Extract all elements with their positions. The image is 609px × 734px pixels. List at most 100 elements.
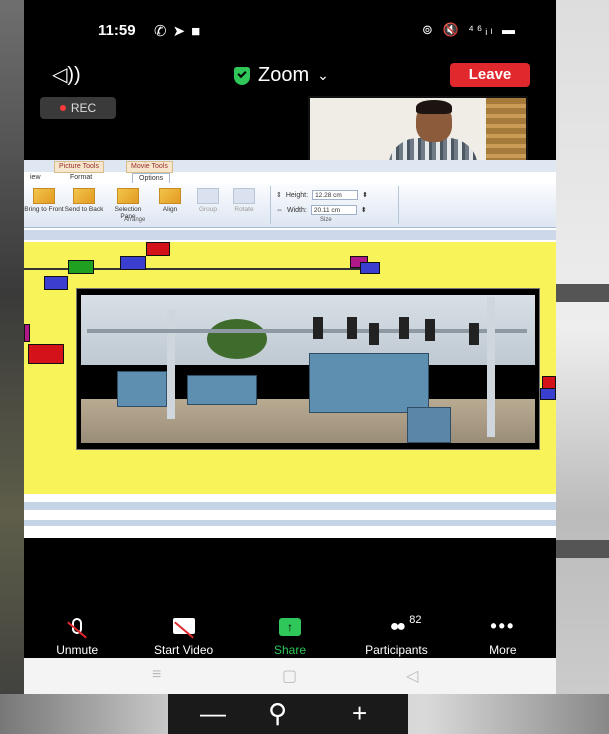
video-insulator <box>399 317 409 339</box>
participant-hair <box>416 100 452 114</box>
width-field: 20.11 cm <box>310 205 357 215</box>
height-spinner-icon: ⬍ <box>362 192 368 199</box>
leave-button[interactable]: Leave <box>450 63 530 87</box>
bring-to-front-button: Bring to Front <box>24 188 64 213</box>
diagram-block-red <box>146 242 170 256</box>
bring-to-front-icon <box>33 188 55 204</box>
meeting-title[interactable]: Zoom ⌄ <box>234 64 329 87</box>
group-label-size: Size <box>320 217 332 223</box>
thumbnail-background-wall <box>486 98 526 164</box>
send-to-back-icon <box>73 188 95 204</box>
phone-screen: 11:59 ✆➤■ ⊚ 🔇 ⁴⁶ᵢₗ ▬ ◁)) Zoom ⌄ Leave RE… <box>24 0 556 694</box>
tab-format: Format <box>70 174 93 181</box>
video-structure <box>487 297 495 437</box>
ribbon-divider <box>270 186 271 224</box>
participants-button[interactable]: ●● 82 Participants <box>343 614 449 658</box>
viewer-zoom-controls: — ⚲ + <box>168 694 408 734</box>
context-tab-movie-tools: Movie Tools <box>126 161 173 173</box>
more-label: More <box>489 643 517 657</box>
video-structure <box>167 309 175 419</box>
video-control-box <box>407 407 451 443</box>
diagram-block-red <box>28 344 64 364</box>
diagram-block-blue <box>120 256 146 270</box>
start-video-button[interactable]: Start Video <box>130 614 236 658</box>
align-icon <box>159 188 181 204</box>
video-insulator <box>425 319 435 341</box>
size-controls: ⇕ Height: 12.28 cm ⬍ ⇔ Width: 20.11 cm ⬍ <box>276 190 368 220</box>
recording-badge: REC <box>40 97 116 119</box>
speaker-icon[interactable]: ◁)) <box>52 62 81 87</box>
footer-band <box>24 520 556 526</box>
meeting-toolbar: Unmute Start Video ↑ Share ●● 82 Partici… <box>24 614 556 658</box>
rotate-icon <box>233 188 255 204</box>
microphone-muted-icon <box>24 618 130 640</box>
diagram-block-blue <box>44 276 68 290</box>
video-insulator <box>313 317 323 339</box>
send-to-back-button: Send to Back <box>64 188 104 213</box>
ribbon-panel: Bring to Front Send to Back Selection Pa… <box>24 184 556 228</box>
diagram-block-green <box>68 260 94 274</box>
telegram-icon: ➤ <box>172 23 192 40</box>
home-icon[interactable]: ▢ <box>282 666 297 686</box>
unmute-button[interactable]: Unmute <box>24 614 130 658</box>
rec-label: REC <box>70 101 97 115</box>
unmute-label: Unmute <box>56 643 99 657</box>
more-button[interactable]: ••• More <box>450 614 556 658</box>
share-label: Share <box>274 643 307 657</box>
tab-options: Options <box>132 173 171 183</box>
width-spinner-icon: ⬍ <box>360 207 367 214</box>
embedded-substation-video[interactable] <box>76 288 540 450</box>
status-bar: 11:59 ✆➤■ ⊚ 🔇 ⁴⁶ᵢₗ ▬ <box>24 10 556 50</box>
video-structure <box>87 329 527 333</box>
video-transformer <box>309 353 429 413</box>
status-system-icons: ⊚ 🔇 ⁴⁶ᵢₗ ▬ <box>422 22 519 37</box>
context-tab-picture-tools: Picture Tools <box>54 161 104 173</box>
slide-ruler <box>24 230 556 240</box>
tab-view-fragment: iew <box>30 174 41 181</box>
align-button: Align <box>150 188 190 213</box>
zoom-out-button[interactable]: — <box>200 698 226 729</box>
height-field: 12.28 cm <box>312 190 359 200</box>
participants-label: Participants <box>365 643 428 657</box>
video-off-icon <box>130 618 236 640</box>
selection-pane-icon <box>117 188 139 204</box>
magnifier-icon[interactable]: ⚲ <box>268 698 287 729</box>
height-icon: ⇕ <box>276 192 282 199</box>
diagram-block-blue <box>360 262 380 274</box>
shield-icon <box>234 66 250 85</box>
diagram-block-blue <box>540 388 556 400</box>
start-video-label: Start Video <box>154 643 214 657</box>
video-call-icon: ■ <box>191 23 207 40</box>
desktop-background-right <box>556 0 609 734</box>
whatsapp-icon: ✆ <box>154 23 173 40</box>
height-label: Height: <box>285 191 309 199</box>
ribbon-divider <box>398 186 399 224</box>
width-label: Width: <box>287 206 307 214</box>
video-transformer <box>187 375 257 405</box>
zoom-in-button[interactable]: + <box>352 698 367 729</box>
participants-icon: ●● 82 <box>389 614 422 635</box>
group-button: Group <box>188 188 228 213</box>
video-insulator <box>369 323 379 345</box>
video-insulator <box>347 317 357 339</box>
back-icon[interactable]: ◁ <box>406 666 418 686</box>
group-label-arrange: Arrange <box>124 217 146 223</box>
share-button[interactable]: ↑ Share <box>237 614 343 658</box>
share-icon: ↑ <box>237 618 343 640</box>
footer-band <box>24 502 556 510</box>
video-tree <box>207 319 267 359</box>
video-transformer <box>117 371 167 407</box>
chevron-down-icon: ⌄ <box>317 67 329 83</box>
slide-footer <box>24 494 556 538</box>
record-dot-icon <box>59 105 66 111</box>
status-notification-icons: ✆➤■ <box>154 22 206 40</box>
participants-count: 82 <box>409 614 422 626</box>
slide-canvas <box>24 242 556 494</box>
desktop-background-left <box>0 0 26 734</box>
selection-pane-button: Selection Pane <box>108 188 148 220</box>
more-dots-icon: ••• <box>490 616 516 636</box>
participant-video-thumbnail[interactable] <box>308 96 528 166</box>
group-icon <box>197 188 219 204</box>
width-icon: ⇔ <box>276 206 283 214</box>
recent-apps-icon[interactable]: ≡ <box>152 666 161 684</box>
